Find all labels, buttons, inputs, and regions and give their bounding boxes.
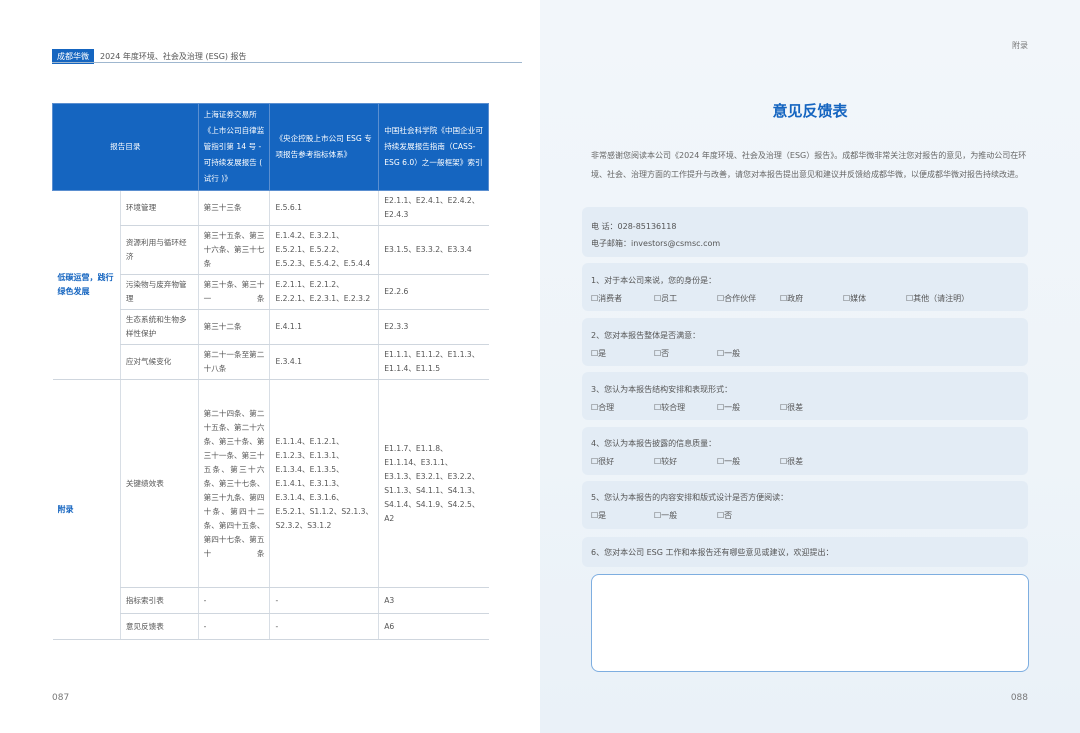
header-sse: 上海证券交易所《上市公司自律监管指引第 14 号 - 可持续发展报告 ( 试行 … (197, 103, 271, 191)
section-label: 附录 (1012, 41, 1028, 50)
option-checkbox[interactable]: ☐很好 (591, 456, 654, 467)
question-box (582, 427, 1028, 475)
sasac-cell: E.4.1.1 (269, 309, 379, 345)
sse-cell: - (197, 613, 270, 640)
cass-cell: A3 (378, 587, 489, 614)
contact-email: 电子邮箱：investors@csmsc.com (591, 239, 721, 248)
topic-cell: 生态系统和生物多样性保护 (119, 309, 199, 345)
option-checkbox[interactable]: ☐较合理 (654, 402, 717, 413)
option-checkbox[interactable]: ☐是 (591, 348, 654, 359)
option-checkbox[interactable]: ☐否 (717, 510, 780, 521)
sse-cell: - (197, 587, 270, 614)
question-5: 5、您认为本报告的内容安排和版式设计是否方便阅读： (591, 493, 789, 502)
option-checkbox[interactable]: ☐政府 (780, 293, 843, 304)
option-checkbox[interactable]: ☐消费者 (591, 293, 654, 304)
options-5: ☐是 ☐一般 ☐否 (591, 510, 780, 521)
cass-cell: E1.1.7、E1.1.8、E1.1.14、E3.1.1、E3.1.3、E3.2… (378, 379, 489, 588)
cass-cell: E3.1.5、E3.3.2、E3.3.4 (378, 225, 489, 275)
sse-cell: 第三十三条 (197, 190, 270, 226)
index-table: 报告目录 上海证券交易所《上市公司自律监管指引第 14 号 - 可持续发展报告 … (52, 103, 489, 640)
cass-cell: E1.1.1、E1.1.2、E1.1.3、E1.1.4、E1.1.5 (378, 344, 489, 380)
feedback-intro: 非常感谢您阅读本公司《2024 年度环境、社会及治理（ESG）报告》。成都华微非… (591, 151, 1027, 179)
page-number-right: 088 (1010, 693, 1028, 703)
cass-cell: E2.2.6 (378, 274, 489, 310)
table-row: 附录 关键绩效表 第二十四条、第二十五条、第二十六条、第三十条、第三十一条、第三… (52, 379, 489, 640)
cass-cell: E2.3.3 (378, 309, 489, 345)
cass-cell: A6 (378, 613, 489, 640)
page-number-left: 087 (52, 693, 70, 703)
topic-cell: 关键绩效表 (119, 379, 199, 588)
topic-cell: 应对气候变化 (119, 344, 199, 380)
topic-cell: 资源利用与循环经济 (119, 225, 199, 275)
question-3: 3、您认为本报告结构安排和表现形式： (591, 385, 733, 394)
sasac-cell: E.1.1.4、E.1.2.1、E.1.2.3、E.1.3.1、E.1.3.4、… (269, 379, 379, 588)
sse-cell: 第三十二条 (197, 309, 270, 345)
question-2: 2、您对本报告整体是否满意： (591, 331, 701, 340)
header-sasac: 《央企控股上市公司 ESG 专项报告参考指标体系》 (269, 103, 380, 191)
option-checkbox[interactable]: ☐一般 (654, 510, 717, 521)
cass-cell: E2.1.1、E2.4.1、E2.4.2、E2.4.3 (378, 190, 489, 226)
options-3: ☐合理 ☐较合理 ☐一般 ☐很差 (591, 402, 843, 413)
category-cell: 附录 (52, 379, 121, 640)
option-checkbox[interactable]: ☐是 (591, 510, 654, 521)
option-checkbox[interactable]: ☐其他（请注明） (906, 293, 996, 304)
option-checkbox[interactable]: ☐否 (654, 348, 717, 359)
question-box (582, 481, 1028, 529)
contact-phone: 电 话：028-85136118 (591, 222, 677, 231)
sasac-cell: E.3.4.1 (269, 344, 379, 380)
contact-box (582, 207, 1028, 257)
sse-cell: 第二十四条、第二十五条、第二十六条、第三十条、第三十一条、第三十五条、第三十六条… (197, 379, 270, 588)
option-checkbox[interactable]: ☐一般 (717, 402, 780, 413)
sse-cell: 第二十一条至第二十八条 (197, 344, 270, 380)
sasac-cell: E.2.1.1、E.2.1.2、E.2.2.1、E.2.3.1、E.2.3.2 (269, 274, 379, 310)
question-4: 4、您认为本报告披露的信息质量： (591, 439, 717, 448)
option-checkbox[interactable]: ☐合理 (591, 402, 654, 413)
topic-cell: 污染物与废弃物管理 (119, 274, 199, 310)
options-1: ☐消费者 ☐员工 ☐合作伙伴 ☐政府 ☐媒体 ☐其他（请注明） (591, 293, 996, 304)
feedback-textarea[interactable] (591, 574, 1029, 672)
sasac-cell: - (269, 587, 379, 614)
options-2: ☐是 ☐否 ☐一般 (591, 348, 780, 359)
topic-cell: 环境管理 (119, 190, 199, 226)
table-header: 报告目录 上海证券交易所《上市公司自律监管指引第 14 号 - 可持续发展报告 … (52, 103, 489, 191)
sasac-cell: E.5.6.1 (269, 190, 379, 226)
category-cell: 低碳运营，践行绿色发展 (52, 190, 121, 380)
option-checkbox[interactable]: ☐员工 (654, 293, 717, 304)
feedback-title: 意见反馈表 (772, 102, 848, 120)
question-6: 6、您对本公司 ESG 工作和本报告还有哪些意见或建议，欢迎提出： (591, 548, 834, 557)
option-checkbox[interactable]: ☐较好 (654, 456, 717, 467)
sasac-cell: E.1.4.2、E.3.2.1、E.5.2.1、E.5.2.2、E.5.2.3、… (269, 225, 379, 275)
report-title: 2024 年度环境、社会及治理 (ESG) 报告 (100, 52, 247, 61)
option-checkbox[interactable]: ☐一般 (717, 456, 780, 467)
question-1: 1、对于本公司来说，您的身份是： (591, 276, 717, 285)
sse-cell: 第三十条、第三十一条 (197, 274, 270, 310)
option-checkbox[interactable]: ☐媒体 (843, 293, 906, 304)
sse-cell: 第三十五条、第三十六条、第三十七条 (197, 225, 270, 275)
topic-cell: 意见反馈表 (119, 613, 199, 640)
options-4: ☐很好 ☐较好 ☐一般 ☐很差 (591, 456, 843, 467)
option-checkbox[interactable]: ☐合作伙伴 (717, 293, 780, 304)
option-checkbox[interactable]: ☐一般 (717, 348, 780, 359)
table-row: 低碳运营，践行绿色发展 环境管理 第三十三条 E.5.6.1 E2.1.1、E2… (52, 190, 489, 380)
option-checkbox[interactable]: ☐很差 (780, 402, 843, 413)
header-cass: 中国社会科学院《中国企业可持续发展报告指南（CASS-ESG 6.0）之一般框架… (378, 103, 489, 191)
header-toc: 报告目录 (52, 103, 199, 191)
option-checkbox[interactable]: ☐很差 (780, 456, 843, 467)
header-rule (52, 62, 522, 63)
topic-cell: 指标索引表 (119, 587, 199, 614)
sasac-cell: - (269, 613, 379, 640)
